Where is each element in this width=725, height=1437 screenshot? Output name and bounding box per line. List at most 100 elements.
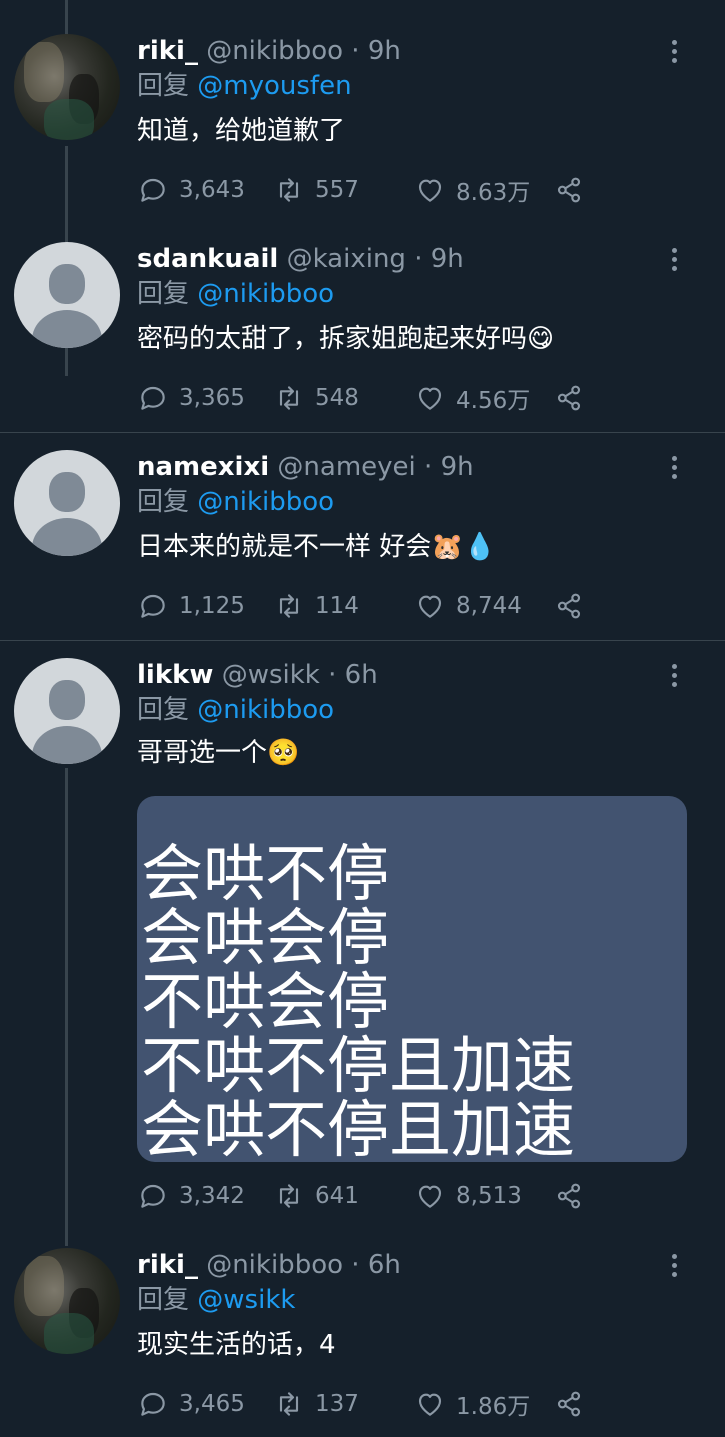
like-count: 8,744 xyxy=(456,593,522,619)
avatar[interactable] xyxy=(14,1248,120,1354)
timestamp[interactable]: 6h xyxy=(368,1250,401,1280)
action-bar: 3,342 641 8,513 xyxy=(137,1179,607,1213)
reply-context: 回复 @myousfen xyxy=(137,70,352,102)
avatar[interactable] xyxy=(14,34,120,140)
tweet-media-image[interactable]: 会哄不停 会哄会停 不哄会停 不哄不停且加速 会哄不停且加速 xyxy=(137,796,687,1162)
like-icon xyxy=(418,1185,442,1208)
reply-count: 3,643 xyxy=(179,177,245,203)
like-button[interactable]: 8,744 xyxy=(414,589,522,623)
reply-icon xyxy=(141,594,165,618)
share-button[interactable] xyxy=(553,1387,585,1421)
reply-button[interactable]: 1,125 xyxy=(137,589,245,623)
reply-context: 回复 @nikibboo xyxy=(137,694,334,726)
retweet-count: 114 xyxy=(315,593,359,619)
reply-button[interactable]: 3,342 xyxy=(137,1179,245,1213)
retweet-icon xyxy=(279,1392,299,1416)
reply-to-link[interactable]: @nikibboo xyxy=(197,695,334,725)
retweet-button[interactable]: 641 xyxy=(273,1179,359,1213)
share-button[interactable] xyxy=(553,589,585,623)
tweet[interactable]: namexixi @nameyei · 9h 回复 @nikibboo 日本来的… xyxy=(0,433,725,640)
media-line: 不哄不停且加速 xyxy=(141,1029,576,1102)
tweet-header: riki_ @nikibboo · 9h xyxy=(137,35,401,67)
reply-count: 3,465 xyxy=(179,1391,245,1417)
like-icon xyxy=(418,1393,442,1416)
reply-label: 回复 xyxy=(137,695,190,725)
reply-label: 回复 xyxy=(137,71,190,101)
retweet-button[interactable]: 137 xyxy=(273,1387,359,1421)
reply-button[interactable]: 3,643 xyxy=(137,173,245,207)
tweet[interactable]: riki_ @nikibboo · 6h 回复 @wsikk 现实生活的话，4 … xyxy=(0,1231,725,1437)
media-line: 会哄不停 xyxy=(141,837,390,910)
avatar[interactable] xyxy=(14,658,120,764)
timestamp[interactable]: 9h xyxy=(441,452,474,482)
retweet-icon xyxy=(279,178,299,202)
share-icon xyxy=(557,593,581,619)
reply-icon xyxy=(141,1392,165,1416)
like-icon xyxy=(418,179,442,202)
retweet-button[interactable]: 114 xyxy=(273,589,359,623)
like-button[interactable]: 1.86万 xyxy=(414,1387,530,1421)
user-handle[interactable]: @nikibboo xyxy=(206,36,343,66)
media-line: 会哄会停 xyxy=(141,901,390,974)
tweet-text: 知道，给她道歉了 xyxy=(137,116,346,146)
display-name[interactable]: riki_ xyxy=(137,1250,198,1280)
display-name[interactable]: riki_ xyxy=(137,36,198,66)
action-bar: 3,643 557 8.63万 xyxy=(137,173,607,207)
user-handle[interactable]: @nikibboo xyxy=(206,1250,343,1280)
reply-icon xyxy=(141,178,165,202)
display-name[interactable]: namexixi xyxy=(137,452,269,482)
avatar[interactable] xyxy=(14,450,120,556)
reply-icon xyxy=(141,1184,165,1208)
separator-dot: · xyxy=(328,660,337,690)
reply-context: 回复 @wsikk xyxy=(137,1284,295,1316)
share-button[interactable] xyxy=(553,1179,585,1213)
share-button[interactable] xyxy=(553,173,585,207)
reply-button[interactable]: 3,465 xyxy=(137,1387,245,1421)
reply-to-link[interactable]: @nikibboo xyxy=(197,487,334,517)
separator-dot: · xyxy=(351,1250,360,1280)
separator-dot: · xyxy=(351,36,360,66)
reply-count: 3,342 xyxy=(179,1183,245,1209)
tweet-text: 哥哥选一个🥺 xyxy=(137,738,300,768)
like-count: 1.86万 xyxy=(456,1394,531,1420)
timestamp[interactable]: 9h xyxy=(368,36,401,66)
share-icon xyxy=(557,177,581,203)
reply-count: 1,125 xyxy=(179,593,245,619)
more-icon[interactable] xyxy=(668,1254,680,1280)
like-button[interactable]: 8.63万 xyxy=(414,173,530,207)
share-icon xyxy=(557,1391,581,1417)
share-icon xyxy=(557,1183,581,1209)
more-icon[interactable] xyxy=(668,456,680,482)
display-name[interactable]: likkw xyxy=(137,660,213,690)
retweet-icon xyxy=(279,1184,299,1208)
action-bar: 3,465 137 1.86万 xyxy=(137,1387,607,1421)
tweet[interactable]: riki_ @nikibboo · 9h 回复 @myousfen 知道，给她道… xyxy=(0,0,725,432)
like-icon xyxy=(418,595,442,618)
reply-label: 回复 xyxy=(137,487,190,517)
timestamp[interactable]: 6h xyxy=(345,660,378,690)
more-icon[interactable] xyxy=(668,40,680,66)
retweet-count: 137 xyxy=(315,1391,359,1417)
retweet-count: 557 xyxy=(315,177,359,203)
retweet-icon xyxy=(279,594,299,618)
like-count: 8,513 xyxy=(456,1183,522,1209)
reply-to-link[interactable]: @myousfen xyxy=(197,71,351,101)
user-handle[interactable]: @wsikk xyxy=(222,660,320,690)
media-text: 会哄不停 会哄会停 不哄会停 不哄不停且加速 会哄不停且加速 xyxy=(141,842,575,1162)
reply-to-link[interactable]: @wsikk xyxy=(197,1285,295,1315)
tweet-text: 现实生活的话，4 xyxy=(137,1330,336,1360)
media-line: 会哄不停且加速 xyxy=(141,1093,576,1162)
user-handle[interactable]: @nameyei xyxy=(277,452,415,482)
like-count: 8.63万 xyxy=(456,180,531,206)
like-button[interactable]: 8,513 xyxy=(414,1179,522,1213)
tweet-text: 日本来的就是不一样 好会🐹💧 xyxy=(137,532,497,562)
retweet-button[interactable]: 557 xyxy=(273,173,359,207)
tweet-header: likkw @wsikk · 6h xyxy=(137,659,378,691)
reply-label: 回复 xyxy=(137,1285,190,1315)
tweet-header: namexixi @nameyei · 9h xyxy=(137,451,474,483)
separator-dot: · xyxy=(424,452,433,482)
reply-context: 回复 @nikibboo xyxy=(137,486,334,518)
tweet-header: riki_ @nikibboo · 6h xyxy=(137,1249,401,1281)
media-line: 不哄会停 xyxy=(141,965,390,1038)
more-icon[interactable] xyxy=(668,664,680,690)
